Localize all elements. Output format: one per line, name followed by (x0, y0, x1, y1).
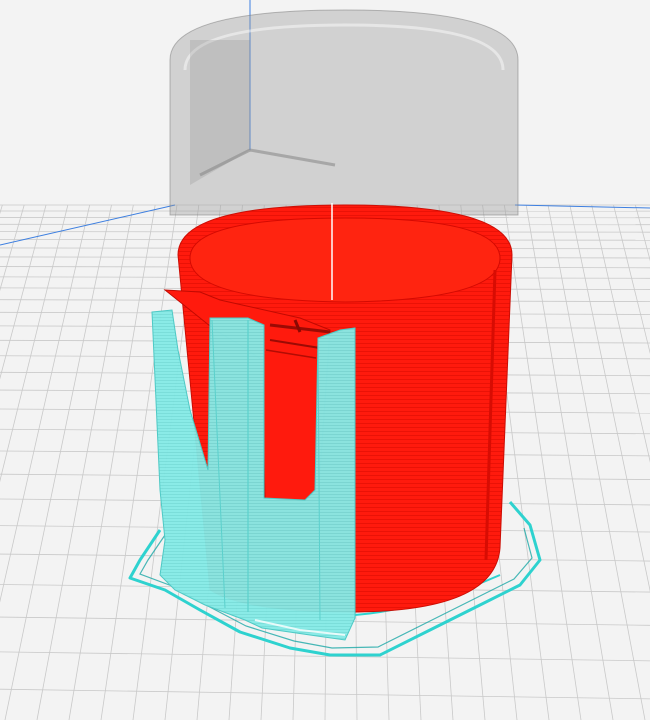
build-volume (169, 9, 519, 216)
3d-viewport[interactable] (0, 0, 650, 720)
build-plate-scene[interactable] (0, 0, 650, 720)
